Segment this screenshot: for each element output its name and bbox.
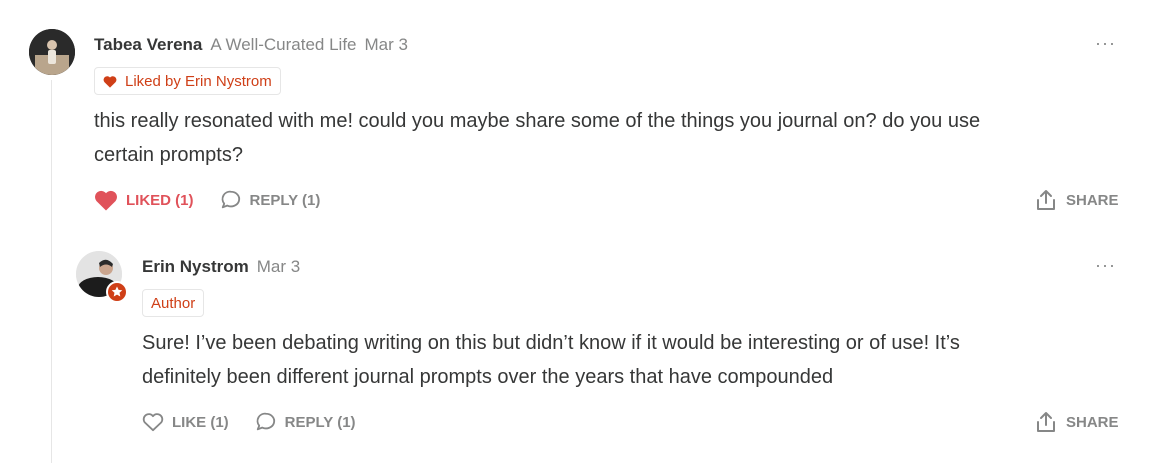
author-badge: Author [142,289,205,317]
share-upload-icon [1036,189,1056,211]
share-label: SHARE [1066,191,1119,209]
like-button[interactable]: LIKED (1) [94,189,194,211]
comment-bubble-icon [220,189,242,211]
comment-date[interactable]: Mar 3 [365,35,408,55]
star-icon [106,281,128,303]
share-upload-icon [1036,411,1056,433]
comment-body-line: definitely been different journal prompt… [142,366,834,388]
comment-date[interactable]: Mar 3 [257,257,300,277]
reply-button[interactable]: REPLY (1) [220,189,321,211]
thread-line [51,80,52,463]
share-button[interactable]: SHARE [1036,189,1119,211]
avatar-tabea[interactable] [29,29,75,75]
share-button[interactable]: SHARE [1036,411,1119,433]
like-label: LIKE (1) [172,413,229,431]
heart-icon [103,75,117,88]
author-badge-label: Author [151,294,196,312]
avatar-erin[interactable] [76,251,128,303]
heart-outline-icon [142,412,164,432]
comment-body-line: certain prompts? [94,144,243,166]
reply-label: REPLY (1) [249,191,321,209]
comment-body: Sure! I’ve been debating writing on this… [142,326,960,394]
liked-by-label: Liked by Erin Nystrom [125,72,272,90]
reply-button[interactable]: REPLY (1) [255,411,356,433]
more-options-button[interactable]: ··· [1095,33,1116,54]
publication-name[interactable]: A Well-Curated Life [210,35,356,55]
heart-filled-icon [94,189,118,211]
comment-body: this really resonated with me! could you… [94,104,980,172]
author-name[interactable]: Tabea Verena [94,35,202,55]
author-name[interactable]: Erin Nystrom [142,257,249,277]
like-button[interactable]: LIKE (1) [142,412,229,432]
comment-body-line: Sure! I’ve been debating writing on this… [142,332,960,354]
reply-label: REPLY (1) [284,413,356,431]
liked-by-badge: Liked by Erin Nystrom [94,67,281,95]
like-label: LIKED (1) [126,191,194,209]
comment-body-line: this really resonated with me! could you… [94,110,981,132]
more-options-button[interactable]: ··· [1095,255,1116,276]
comment-bubble-icon [255,411,277,433]
share-label: SHARE [1066,413,1119,431]
